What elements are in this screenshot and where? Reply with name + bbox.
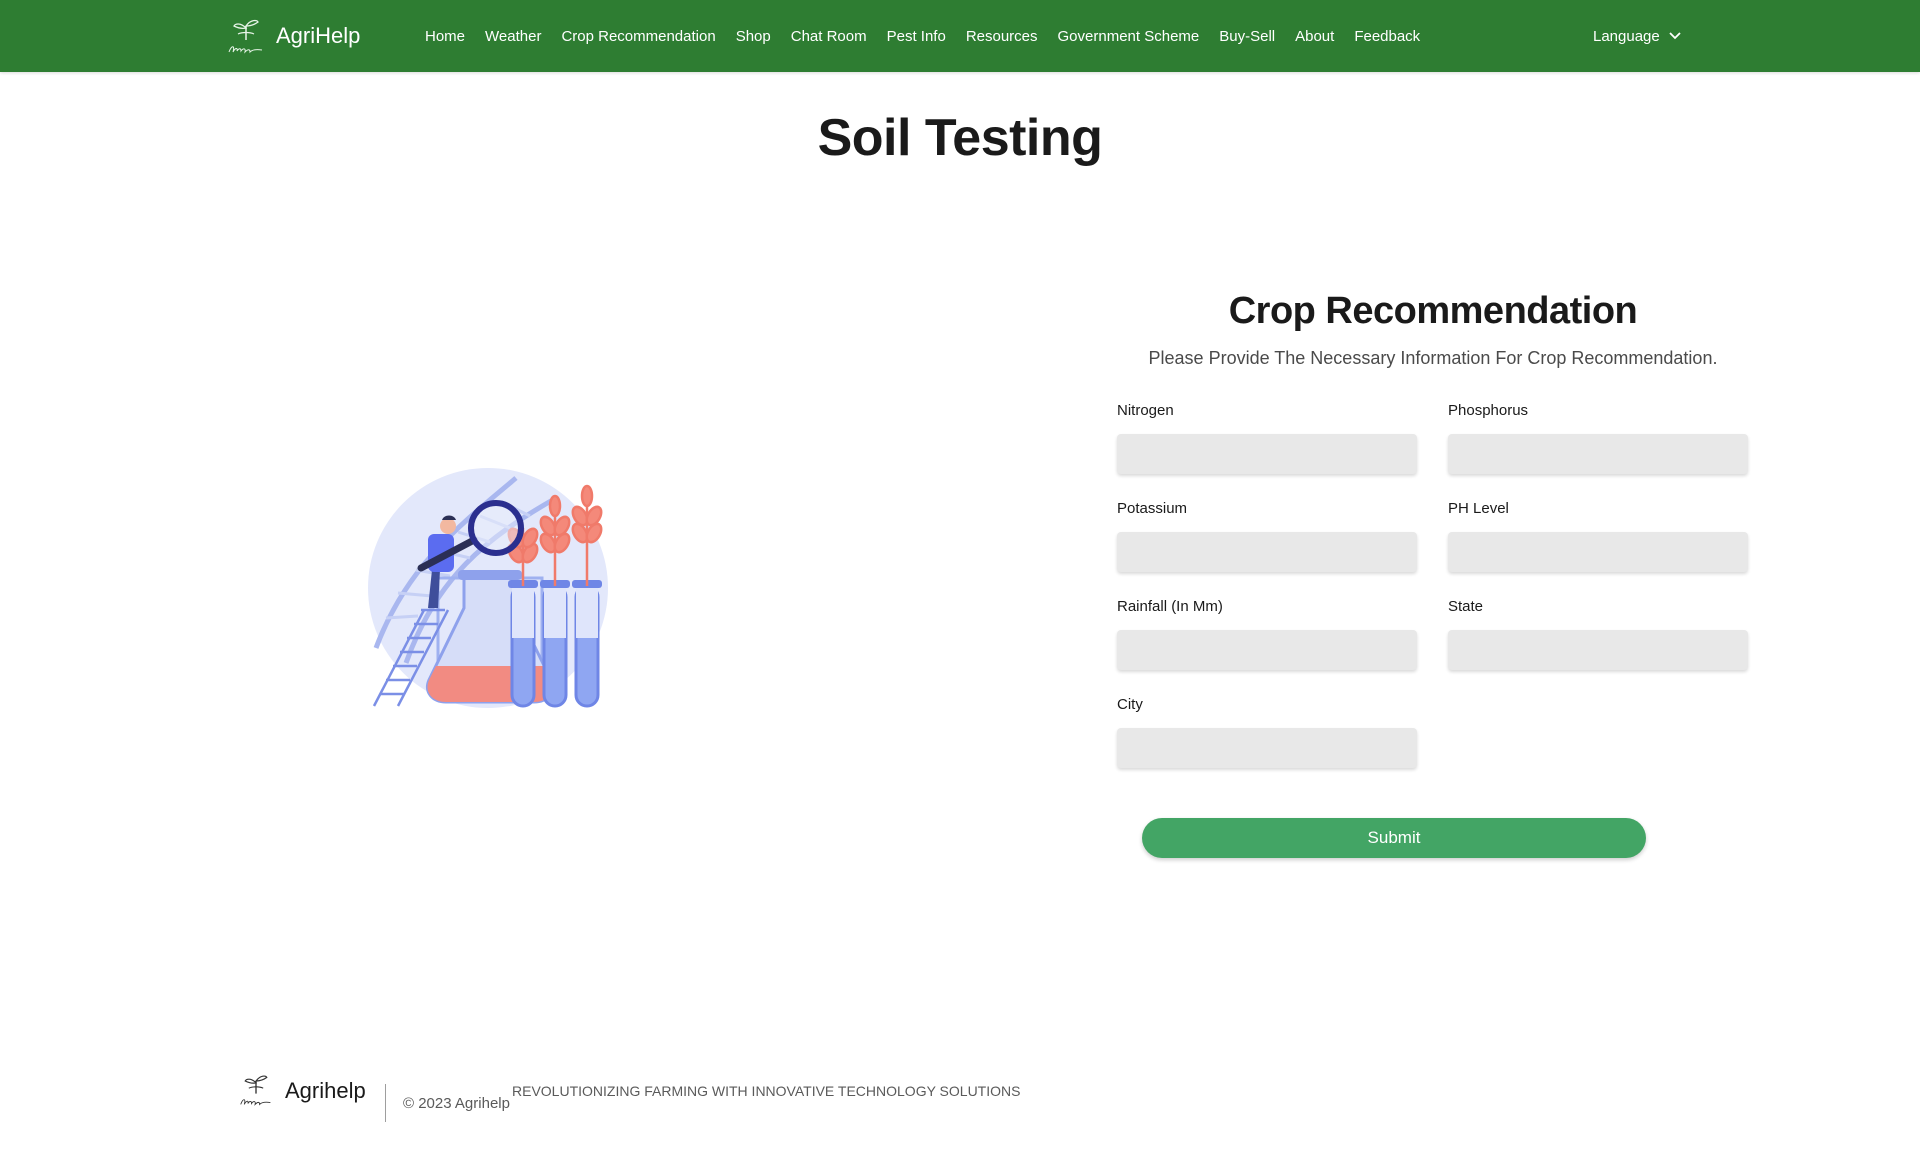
footer-tagline: REVOLUTIONIZING FARMING WITH INNOVATIVE … <box>512 1083 1021 1099</box>
city-input[interactable] <box>1117 728 1417 768</box>
rainfall-label: Rainfall (In Mm) <box>1117 598 1223 615</box>
language-dropdown[interactable]: Language <box>1593 0 1682 72</box>
navbar: AgriHelp Home Weather Crop Recommendatio… <box>0 0 1920 72</box>
page-title: Soil Testing <box>817 109 1103 167</box>
nav-buy-sell[interactable]: Buy-Sell <box>1219 28 1275 45</box>
potassium-input[interactable] <box>1117 532 1417 572</box>
city-label: City <box>1117 696 1143 713</box>
form-title: Crop Recommendation <box>1228 290 1638 332</box>
nav-government-scheme[interactable]: Government Scheme <box>1058 28 1200 45</box>
chevron-down-icon <box>1669 32 1681 40</box>
rainfall-input[interactable] <box>1117 630 1417 670</box>
language-label: Language <box>1593 27 1660 45</box>
nav-menu: Home Weather Crop Recommendation Shop Ch… <box>425 0 1440 72</box>
soil-testing-illustration <box>368 468 608 708</box>
ph-level-label: PH Level <box>1448 500 1509 517</box>
nav-crop-recommendation[interactable]: Crop Recommendation <box>561 28 715 45</box>
footer-brand[interactable]: Agrihelp <box>285 1078 366 1104</box>
footer-divider <box>385 1084 386 1122</box>
nav-about[interactable]: About <box>1295 28 1334 45</box>
brand-name: AgriHelp <box>276 23 361 48</box>
nav-home[interactable]: Home <box>425 28 465 45</box>
nav-shop[interactable]: Shop <box>736 28 771 45</box>
state-input[interactable] <box>1448 630 1748 670</box>
state-label: State <box>1448 598 1484 615</box>
footer-copyright: © 2023 Agrihelp <box>403 1095 510 1112</box>
brand[interactable]: AgriHelp <box>226 14 360 58</box>
nav-weather[interactable]: Weather <box>485 28 541 45</box>
nitrogen-input[interactable] <box>1117 434 1417 474</box>
nav-chat-room[interactable]: Chat Room <box>791 28 867 45</box>
phosphorus-label: Phosphorus <box>1448 402 1529 419</box>
form-subtitle: Please Provide The Necessary Information… <box>1148 348 1718 368</box>
submit-button[interactable]: Submit <box>1142 818 1646 858</box>
phosphorus-input[interactable] <box>1448 434 1748 474</box>
nav-pest-info[interactable]: Pest Info <box>887 28 946 45</box>
nav-feedback[interactable]: Feedback <box>1354 28 1420 45</box>
nav-resources[interactable]: Resources <box>966 28 1038 45</box>
ph-level-input[interactable] <box>1448 532 1748 572</box>
sprout-logo-icon <box>240 1075 271 1106</box>
nitrogen-label: Nitrogen <box>1117 402 1174 419</box>
sprout-logo-icon <box>228 19 263 54</box>
potassium-label: Potassium <box>1117 500 1188 517</box>
